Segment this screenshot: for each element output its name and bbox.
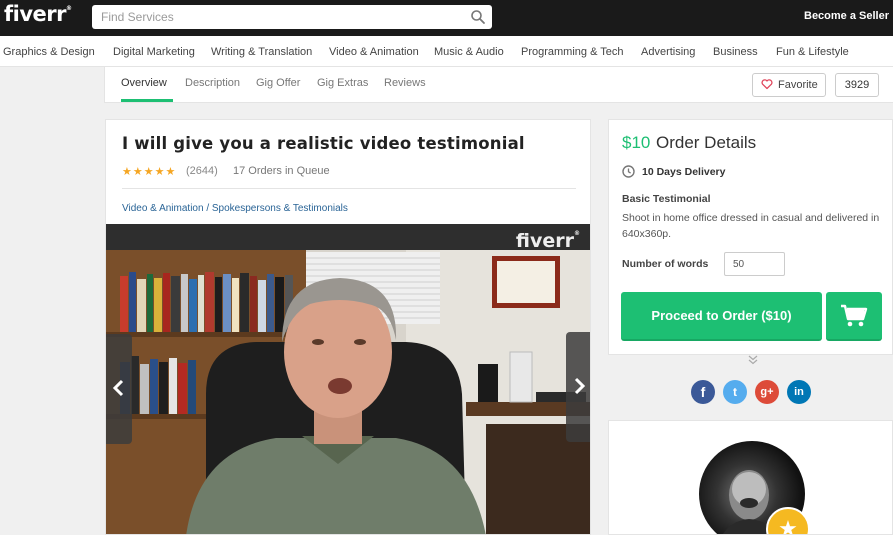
chevron-left-icon bbox=[112, 379, 124, 397]
linkedin-share-icon[interactable]: in bbox=[787, 380, 811, 404]
category-digital-marketing[interactable]: Digital Marketing bbox=[113, 46, 195, 58]
delivery-time: 10 Days Delivery bbox=[642, 166, 726, 178]
active-tab-indicator bbox=[121, 99, 173, 102]
next-slide-button[interactable] bbox=[566, 332, 590, 442]
facebook-share-icon[interactable]: f bbox=[691, 380, 715, 404]
become-seller-link[interactable]: Become a Seller bbox=[804, 10, 889, 22]
reviews-count[interactable]: (2644) bbox=[186, 165, 218, 177]
search-box bbox=[92, 5, 492, 29]
favorite-count: 3929 bbox=[835, 73, 879, 97]
tab-gig-offer[interactable]: Gig Offer bbox=[256, 77, 300, 89]
category-video-animation[interactable]: Video & Animation bbox=[329, 46, 419, 58]
favorite-label: Favorite bbox=[778, 79, 818, 91]
logo-mark: ® bbox=[65, 5, 72, 12]
proceed-to-order-button[interactable]: Proceed to Order ($10) bbox=[621, 292, 822, 341]
video-header: fiverr® bbox=[106, 224, 590, 252]
video-frame bbox=[106, 250, 590, 534]
search-input[interactable] bbox=[92, 5, 452, 29]
order-details-title: Order Details bbox=[656, 133, 757, 152]
order-price: $10 bbox=[622, 133, 651, 152]
package-name: Basic Testimonial bbox=[622, 193, 711, 205]
clock-icon bbox=[622, 165, 635, 178]
star-rating: ★★★★★ bbox=[122, 166, 177, 178]
category-graphics-design[interactable]: Graphics & Design bbox=[3, 46, 95, 58]
add-to-cart-button[interactable] bbox=[826, 292, 882, 341]
double-chevron-down-icon[interactable] bbox=[747, 354, 759, 366]
gig-tabs: Overview Description Gig Offer Gig Extra… bbox=[104, 67, 893, 103]
video-watermark: fiverr® bbox=[516, 230, 580, 252]
breadcrumb-subcategory[interactable]: Spokespersons & Testimonials bbox=[212, 203, 348, 214]
gig-title: I will give you a realistic video testim… bbox=[122, 134, 525, 153]
gig-card: I will give you a realistic video testim… bbox=[105, 119, 591, 535]
search-icon[interactable] bbox=[470, 9, 486, 25]
cart-icon bbox=[841, 304, 868, 327]
logo-text: fiverr bbox=[4, 2, 66, 26]
category-advertising[interactable]: Advertising bbox=[641, 46, 695, 58]
category-bar: Graphics & Design Digital Marketing Writ… bbox=[0, 36, 893, 67]
tab-overview[interactable]: Overview bbox=[121, 77, 167, 89]
watermark-text: fiverr bbox=[515, 230, 574, 252]
category-business[interactable]: Business bbox=[713, 46, 758, 58]
top-bar: fiverr® Become a Seller bbox=[0, 0, 893, 36]
chevron-right-icon bbox=[574, 377, 586, 395]
tab-gig-extras[interactable]: Gig Extras bbox=[317, 77, 368, 89]
number-of-words-label: Number of words bbox=[622, 258, 709, 270]
fiverr-logo[interactable]: fiverr® bbox=[4, 2, 72, 26]
google-plus-share-icon[interactable]: g+ bbox=[755, 380, 779, 404]
package-description: Shoot in home office dressed in casual a… bbox=[622, 212, 880, 240]
number-of-words-input[interactable] bbox=[724, 252, 785, 276]
watermark-mark: ® bbox=[574, 230, 580, 237]
tab-reviews[interactable]: Reviews bbox=[384, 77, 426, 89]
orders-in-queue: 17 Orders in Queue bbox=[233, 165, 330, 177]
previous-slide-button[interactable] bbox=[106, 334, 132, 444]
twitter-share-icon[interactable]: t bbox=[723, 380, 747, 404]
seller-card: ★ bbox=[608, 420, 893, 535]
category-programming-tech[interactable]: Programming & Tech bbox=[521, 46, 624, 58]
category-fun-lifestyle[interactable]: Fun & Lifestyle bbox=[776, 46, 849, 58]
gig-video[interactable]: fiverr® bbox=[106, 224, 590, 534]
divider bbox=[122, 188, 576, 189]
breadcrumb-category[interactable]: Video & Animation bbox=[122, 203, 204, 214]
category-writing-translation[interactable]: Writing & Translation bbox=[211, 46, 312, 58]
tab-description[interactable]: Description bbox=[185, 77, 240, 89]
breadcrumb-separator: / bbox=[203, 203, 212, 214]
category-music-audio[interactable]: Music & Audio bbox=[434, 46, 504, 58]
breadcrumb: Video & Animation / Spokespersons & Test… bbox=[122, 203, 348, 214]
heart-icon bbox=[761, 79, 773, 90]
favorite-button[interactable]: Favorite bbox=[752, 73, 826, 97]
order-panel: $10 Order Details 10 Days Delivery Basic… bbox=[608, 119, 893, 365]
